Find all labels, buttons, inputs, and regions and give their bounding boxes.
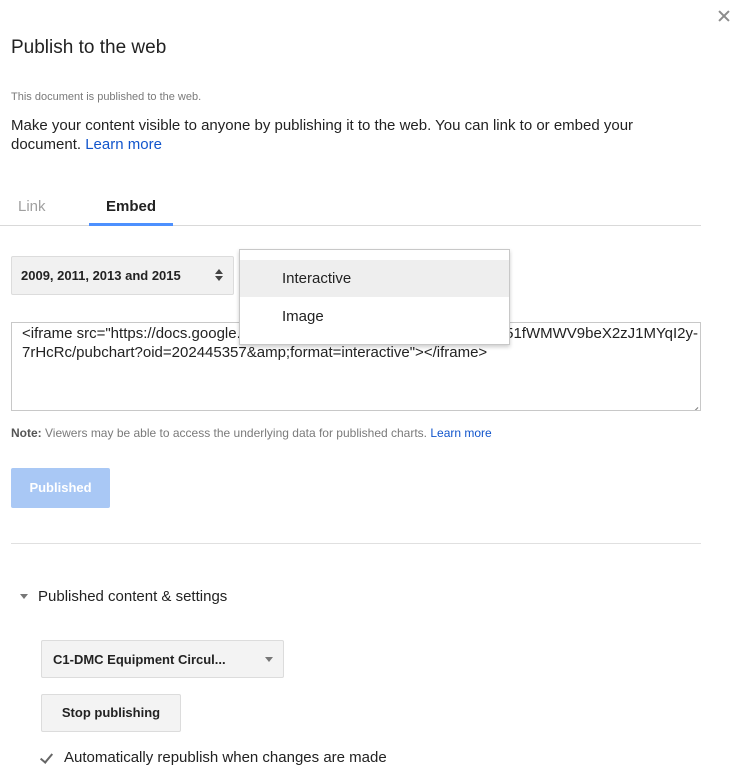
checkmark-icon[interactable] [41,750,56,764]
note-label: Note: [11,426,42,440]
note-text: Viewers may be able to access the underl… [45,426,428,440]
format-dropdown-menu: Interactive Image [239,249,510,345]
tab-bar: Link Embed [0,198,701,226]
auto-republish-label: Automatically republish when changes are… [64,749,387,766]
resize-handle-icon[interactable] [690,400,698,408]
note-learn-more-link[interactable]: Learn more [430,426,491,440]
sheet-select[interactable]: C1-DMC Equipment Circul... [41,640,284,678]
dialog-title: Publish to the web [11,37,167,58]
note: Note: Viewers may be able to access the … [11,426,492,440]
published-settings-toggle[interactable]: Published content & settings [20,588,227,605]
sheet-select-value: C1-DMC Equipment Circul... [53,652,226,667]
dialog-description: Make your content visible to anyone by p… [11,116,701,154]
format-option-interactive[interactable]: Interactive [240,260,509,297]
tab-link[interactable]: Link [11,198,67,226]
learn-more-link[interactable]: Learn more [85,136,162,153]
caret-down-icon [20,593,28,599]
auto-republish-option[interactable]: Automatically republish when changes are… [41,749,387,766]
tab-embed[interactable]: Embed [89,198,173,226]
publish-status: This document is published to the web. [11,91,202,103]
chevron-down-icon [265,657,273,662]
close-icon[interactable] [716,8,732,24]
stop-publishing-button[interactable]: Stop publishing [41,694,181,732]
published-button[interactable]: Published [11,468,110,508]
section-divider [11,543,701,544]
chart-select[interactable]: 2009, 2011, 2013 and 2015 [11,256,234,295]
sort-arrows-icon [215,268,224,282]
format-option-image[interactable]: Image [240,298,509,335]
chart-select-value: 2009, 2011, 2013 and 2015 [21,268,181,283]
published-settings-label: Published content & settings [38,588,228,605]
